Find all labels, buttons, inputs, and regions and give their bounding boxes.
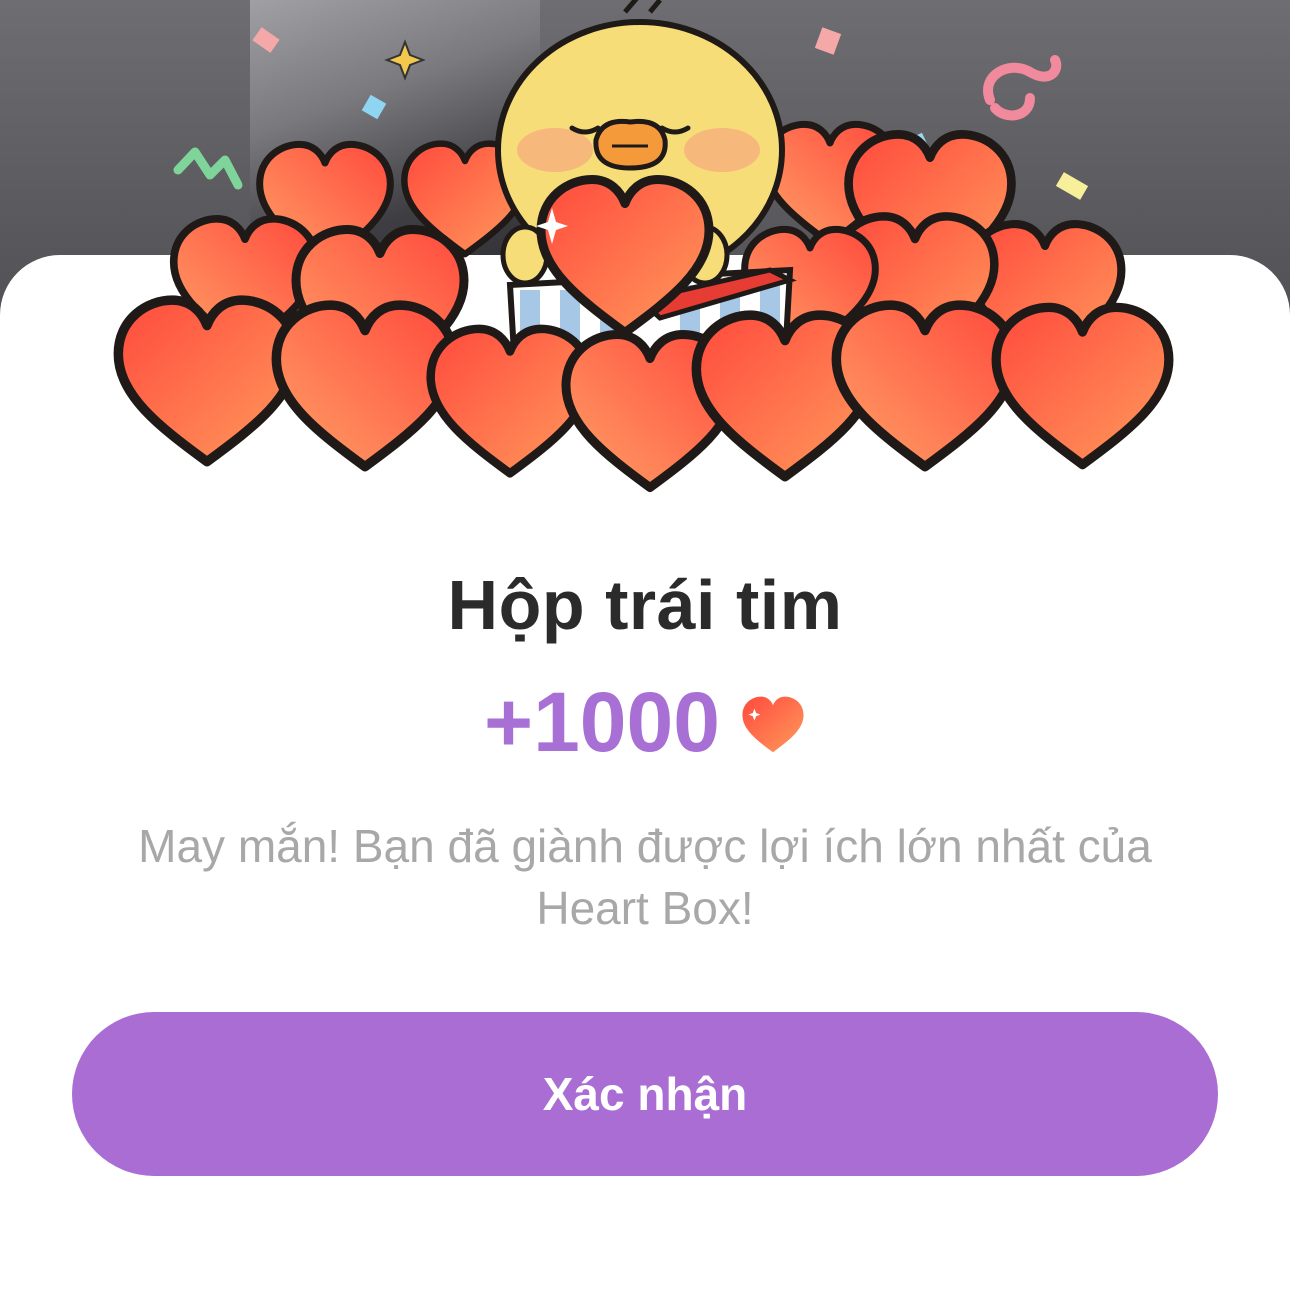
confirm-button[interactable]: Xác nhận (72, 1012, 1218, 1176)
reward-message: May mắn! Bạn đã giành được lợi ích lớn n… (138, 820, 1152, 934)
heart-icon (742, 696, 804, 753)
heart-box-illustration (0, 0, 1290, 520)
reward-row: +1000 (0, 680, 1290, 764)
reward-amount: +1000 (484, 675, 720, 769)
heart-box-screen: Hộp trái tim +1000 May mắn! Bạn đã giành… (0, 0, 1290, 1290)
dialog-title: Hộp trái tim (447, 566, 843, 644)
